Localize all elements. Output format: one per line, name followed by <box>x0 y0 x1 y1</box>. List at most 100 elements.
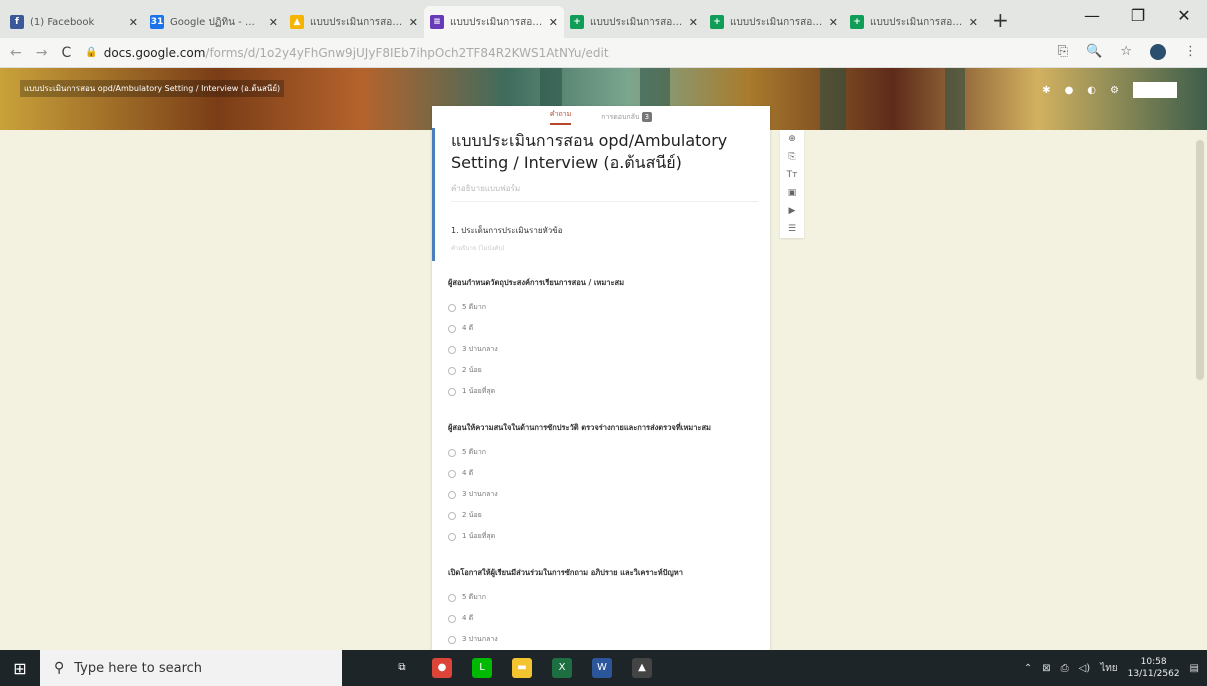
banner-decoration <box>820 68 846 130</box>
browser-tab[interactable]: + แบบประเมินการสอน… ✕ <box>564 6 704 38</box>
scrollbar-thumb[interactable] <box>1196 140 1204 380</box>
network-icon[interactable]: ⊠ <box>1042 663 1050 674</box>
radio-option[interactable]: 3 ปานกลาง <box>448 484 754 505</box>
radio-option[interactable]: 5 ดีมาก <box>448 297 754 318</box>
radio-option[interactable]: 5 ดีมาก <box>448 587 754 608</box>
close-tab-icon[interactable]: ✕ <box>409 16 418 29</box>
new-tab-button[interactable]: + <box>992 8 1009 32</box>
add-question-icon[interactable]: ⊕ <box>788 134 796 144</box>
question-title[interactable]: ผู้สอนกำหนดวัตถุประสงค์การเรียนการสอน / … <box>448 277 754 289</box>
taskbar-app-word[interactable]: W <box>582 650 622 686</box>
radio-circle-icon <box>448 532 456 541</box>
browser-toolbar: ⎘ 🔍 ☆ ⋮ <box>1058 44 1197 60</box>
browser-tab[interactable]: 31 Google ปฏิทิน - … ✕ <box>144 6 284 38</box>
page-scrollbar[interactable] <box>1193 130 1207 650</box>
line-icon: L <box>472 658 492 678</box>
radio-option[interactable]: 1 น้อยที่สุด <box>448 381 754 402</box>
form-description[interactable]: คำอธิบายแบบฟอร์ม <box>451 182 758 202</box>
zoom-icon[interactable]: 🔍 <box>1086 44 1102 60</box>
reload-icon[interactable]: C <box>61 45 71 61</box>
browser-tab[interactable]: ▲ แบบประเมินการสอน… ✕ <box>284 6 424 38</box>
add-video-icon[interactable]: ▶ <box>789 206 796 216</box>
radio-option[interactable]: 1 น้อยที่สุด <box>448 526 754 547</box>
add-image-icon[interactable]: ▣ <box>788 188 797 198</box>
tab-title: แบบประเมินการสอน… <box>730 16 823 28</box>
section-title[interactable]: 1. ประเด็นการประเมินรายหัวข้อ <box>451 224 754 237</box>
radio-circle-icon <box>448 345 456 354</box>
section-header[interactable]: 1. ประเด็นการประเมินรายหัวข้อ คำอธิบาย (… <box>432 212 770 261</box>
forward-icon[interactable]: → <box>36 45 48 61</box>
settings-icon[interactable]: ⚙ <box>1110 85 1119 96</box>
option-label: 4 ดี <box>462 324 474 332</box>
browser-tab[interactable]: + แบบประเมินการสอน… ✕ <box>704 6 844 38</box>
windows-start-icon[interactable]: ⊞ <box>0 650 40 686</box>
form-header-tools: ✱ ● ◐ ⚙ <box>1042 82 1177 98</box>
radio-option[interactable]: 5 ดีมาก <box>448 442 754 463</box>
close-tab-icon[interactable]: ✕ <box>129 16 138 29</box>
maximize-button[interactable]: ❐ <box>1115 6 1161 25</box>
section-description[interactable]: คำอธิบาย (ไม่บังคับ) <box>451 243 754 253</box>
form-title[interactable]: แบบประเมินการสอน opd/Ambulatory Setting … <box>451 130 758 174</box>
window-controls: — ❐ ✕ <box>1069 6 1207 25</box>
system-tray: ⌃ ⊠ ⎙ ◁) ไทย 10:58 13/11/2562 ▤ <box>1024 650 1199 686</box>
taskbar-app-excel[interactable]: X <box>542 650 582 686</box>
radio-option[interactable]: 4 ดี <box>448 608 754 629</box>
radio-option[interactable]: 3 ปานกลาง <box>448 339 754 360</box>
profile-avatar[interactable] <box>1150 44 1166 60</box>
show-hidden-icons-icon[interactable]: ⌃ <box>1024 663 1032 674</box>
clock-time: 10:58 <box>1140 657 1167 667</box>
preview-icon[interactable]: ◐ <box>1087 85 1096 96</box>
browser-tab[interactable]: + แบบประเมินการสอน… ✕ <box>844 6 984 38</box>
url-field[interactable]: 🔒 docs.google.com /forms/d/1o2y4yFhGnw9j… <box>85 46 608 60</box>
import-questions-icon[interactable]: ⎘ <box>788 152 795 162</box>
option-label: 3 ปานกลาง <box>462 345 498 353</box>
question-title[interactable]: ผู้สอนให้ความสนใจในด้านการซักประวัติ ตรว… <box>448 422 754 434</box>
notifications-icon[interactable]: ▤ <box>1190 663 1199 674</box>
translate-icon[interactable]: ⎘ <box>1058 44 1068 60</box>
taskbar-app-photos[interactable]: ▲ <box>622 650 662 686</box>
browser-tab[interactable]: ≡ แบบประเมินการสอน… ✕ <box>424 6 564 38</box>
radio-option[interactable]: 3 ปานกลาง <box>448 629 754 650</box>
question-block[interactable]: ผู้สอนให้ความสนใจในด้านการซักประวัติ ตรว… <box>432 406 770 551</box>
display-icon[interactable]: ⎙ <box>1061 663 1069 674</box>
taskbar-app-task-view[interactable]: ⧉ <box>382 650 422 686</box>
volume-icon[interactable]: ◁) <box>1079 663 1091 674</box>
radio-option[interactable]: 4 ดี <box>448 463 754 484</box>
windows-taskbar: ⊞ ⚲ Type here to search ⧉ ● L ▬ X W ▲ ⌃ ⊠ ⎙ ◁)… <box>0 650 1207 686</box>
close-tab-icon[interactable]: ✕ <box>689 16 698 29</box>
search-icon: ⚲ <box>54 660 65 676</box>
browser-menu-icon[interactable]: ⋮ <box>1184 44 1197 60</box>
chrome-icon: ● <box>432 658 452 678</box>
question-block[interactable]: เปิดโอกาสให้ผู้เรียนมีส่วนร่วมในการซักถา… <box>432 551 770 658</box>
add-title-icon[interactable]: Tт <box>787 170 798 180</box>
close-tab-icon[interactable]: ✕ <box>969 16 978 29</box>
form-title-section[interactable]: แบบประเมินการสอน opd/Ambulatory Setting … <box>432 128 770 212</box>
clock[interactable]: 10:58 13/11/2562 <box>1128 656 1180 680</box>
radio-option[interactable]: 2 น้อย <box>448 505 754 526</box>
bookmark-star-icon[interactable]: ☆ <box>1120 44 1132 60</box>
input-language[interactable]: ไทย <box>1100 661 1117 676</box>
radio-option[interactable]: 2 น้อย <box>448 360 754 381</box>
taskbar-app-line[interactable]: L <box>462 650 502 686</box>
taskbar-search-box[interactable]: ⚲ Type here to search <box>40 650 342 686</box>
question-block[interactable]: ผู้สอนกำหนดวัตถุประสงค์การเรียนการสอน / … <box>432 261 770 406</box>
addon-icon[interactable]: ✱ <box>1042 85 1050 96</box>
close-tab-icon[interactable]: ✕ <box>549 16 558 29</box>
close-tab-icon[interactable]: ✕ <box>269 16 278 29</box>
taskbar-app-chrome[interactable]: ● <box>422 650 462 686</box>
send-button[interactable] <box>1133 82 1177 98</box>
close-tab-icon[interactable]: ✕ <box>829 16 838 29</box>
browser-tab[interactable]: f (1) Facebook ✕ <box>4 6 144 38</box>
palette-icon[interactable]: ● <box>1065 85 1074 96</box>
option-label: 2 น้อย <box>462 511 482 519</box>
tab-responses[interactable]: การตอบกลับ 3 <box>601 111 653 123</box>
minimize-button[interactable]: — <box>1069 6 1115 25</box>
taskbar-app-file-explorer[interactable]: ▬ <box>502 650 542 686</box>
close-window-button[interactable]: ✕ <box>1161 6 1207 25</box>
add-section-icon[interactable]: ☰ <box>788 224 796 234</box>
back-icon[interactable]: ← <box>10 45 22 61</box>
tab-questions[interactable]: คำถาม <box>549 109 572 125</box>
question-title[interactable]: เปิดโอกาสให้ผู้เรียนมีส่วนร่วมในการซักถา… <box>448 567 754 579</box>
radio-option[interactable]: 4 ดี <box>448 318 754 339</box>
option-label: 5 ดีมาก <box>462 303 487 311</box>
